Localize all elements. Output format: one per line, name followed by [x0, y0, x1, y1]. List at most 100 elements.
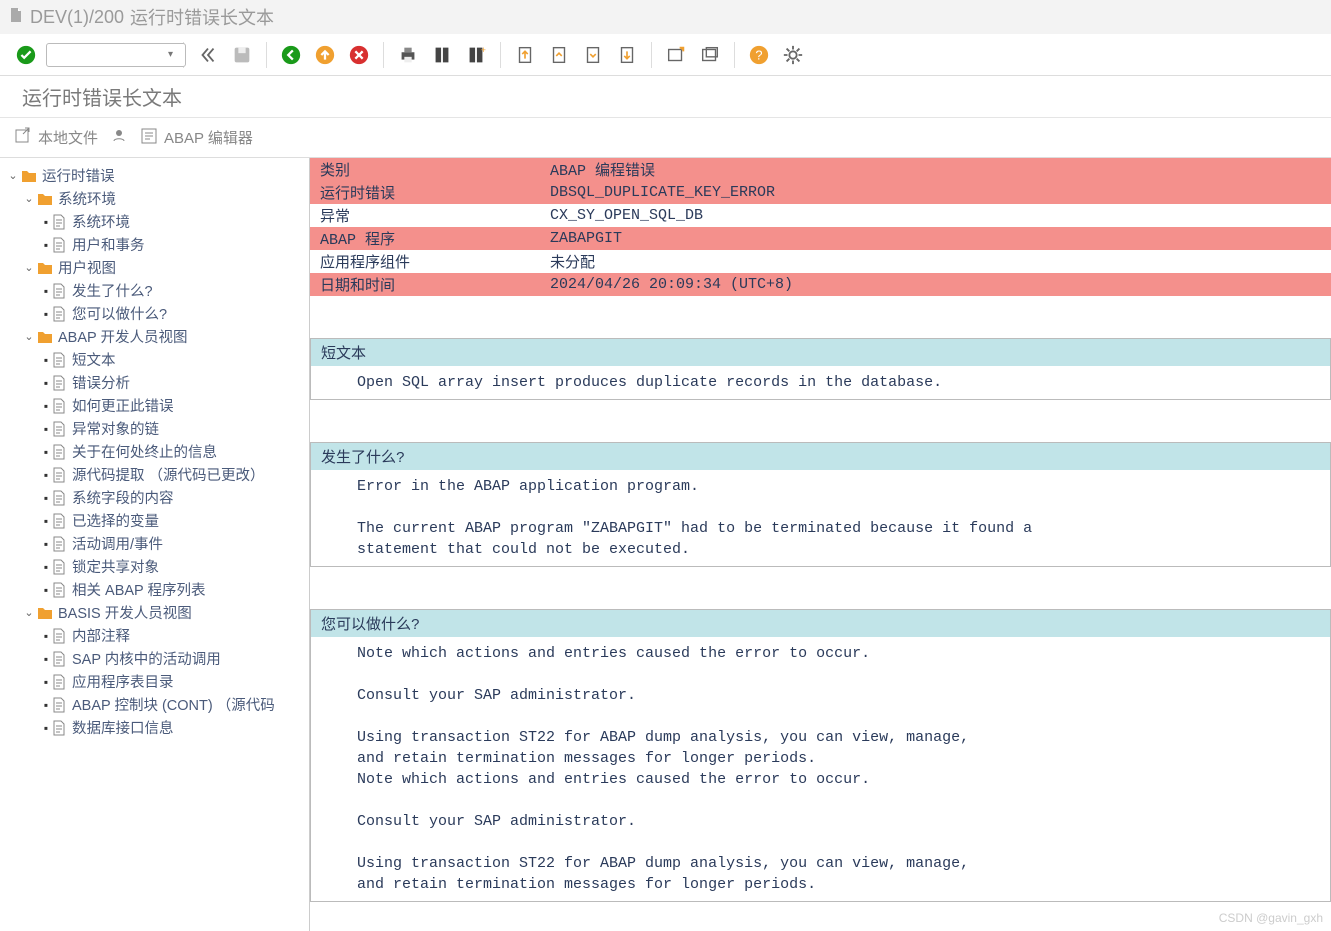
expand-toggle-icon[interactable]: ⌄: [22, 261, 36, 274]
bullet-icon: ▪: [42, 491, 50, 505]
exit-icon[interactable]: [311, 41, 339, 69]
tree-item[interactable]: ▪ 您可以做什么?: [2, 302, 307, 325]
document-icon: [50, 306, 68, 322]
tree-item[interactable]: ▪短文本: [2, 348, 307, 371]
section-header: 短文本: [311, 339, 1330, 366]
tree-item-label: 数据库接口信息: [72, 717, 174, 738]
document-icon: [50, 720, 68, 736]
shortcut-icon[interactable]: [696, 41, 724, 69]
abap-editor-action[interactable]: ABAP 编辑器: [140, 127, 253, 149]
tree-item-label: 短文本: [72, 349, 116, 370]
bullet-icon: ▪: [42, 468, 50, 482]
window-title: 运行时错误长文本: [130, 4, 274, 30]
bullet-icon: ▪: [42, 215, 50, 229]
page-down-icon[interactable]: [579, 41, 607, 69]
document-icon: [50, 513, 68, 529]
toolbar-separator: [266, 42, 267, 68]
document-icon: [50, 536, 68, 552]
tree-item[interactable]: ▪数据库接口信息: [2, 716, 307, 739]
tree-item[interactable]: ▪活动调用/事件: [2, 532, 307, 555]
tree-item[interactable]: ▪SAP 内核中的活动调用: [2, 647, 307, 670]
info-row: 类别ABAP 编程错误: [310, 158, 1331, 181]
tree-item[interactable]: ▪应用程序表目录: [2, 670, 307, 693]
folder-icon: [36, 329, 54, 345]
breakpoint-icon: [110, 127, 128, 149]
main-toolbar: + ?: [0, 34, 1331, 76]
back-icon[interactable]: [277, 41, 305, 69]
tree-item[interactable]: ⌄系统环境: [2, 187, 307, 210]
tree-item[interactable]: ▪相关 ABAP 程序列表: [2, 578, 307, 601]
bullet-icon: ▪: [42, 583, 50, 597]
page-title: 运行时错误长文本: [0, 76, 1331, 118]
document-icon: [50, 283, 68, 299]
bullet-icon: ▪: [42, 238, 50, 252]
tree-item[interactable]: ⌄ ABAP 开发人员视图: [2, 325, 307, 348]
tree-item[interactable]: ▪ 源代码提取 （源代码已更改）: [2, 463, 307, 486]
find-icon[interactable]: [428, 41, 456, 69]
local-file-label: 本地文件: [38, 127, 98, 148]
tree-item[interactable]: ▪系统字段的内容: [2, 486, 307, 509]
first-page-icon[interactable]: [194, 41, 222, 69]
tree-item[interactable]: ▪ABAP 控制块 (CONT) （源代码: [2, 693, 307, 716]
document-icon: [50, 559, 68, 575]
tree-item[interactable]: ⌄ 运行时错误: [2, 164, 307, 187]
new-session-icon[interactable]: [662, 41, 690, 69]
toolbar-separator: [500, 42, 501, 68]
tree-item[interactable]: ⌄ BASIS 开发人员视图: [2, 601, 307, 624]
tree-item[interactable]: ▪如何更正此错误: [2, 394, 307, 417]
debug-action[interactable]: [110, 127, 128, 149]
help-icon[interactable]: ?: [745, 41, 773, 69]
bullet-icon: ▪: [42, 307, 50, 321]
local-file-action[interactable]: 本地文件: [14, 127, 98, 149]
document-icon: [50, 444, 68, 460]
page-first-icon[interactable]: [511, 41, 539, 69]
tree-item-label: 如何更正此错误: [72, 395, 174, 416]
tree-item-label: ABAP 开发人员视图: [58, 326, 187, 347]
section-body: Open SQL array insert produces duplicate…: [311, 366, 1330, 399]
find-next-icon[interactable]: +: [462, 41, 490, 69]
tree-item[interactable]: ▪错误分析: [2, 371, 307, 394]
document-icon: [50, 490, 68, 506]
tree-item-label: 系统环境: [72, 211, 130, 232]
bullet-icon: ▪: [42, 422, 50, 436]
tree-item-label: ABAP 控制块 (CONT) （源代码: [72, 694, 275, 715]
tree-item[interactable]: ▪内部注释: [2, 624, 307, 647]
info-row: 日期和时间2024/04/26 20:09:34 (UTC+8): [310, 273, 1331, 296]
tree-item[interactable]: ▪异常对象的链: [2, 417, 307, 440]
tree-item-label: 源代码提取 （源代码已更改）: [72, 464, 265, 485]
save-icon[interactable]: [228, 41, 256, 69]
window-titlebar: DEV(1)/200 运行时错误长文本: [0, 0, 1331, 34]
info-value: 2024/04/26 20:09:34 (UTC+8): [540, 273, 1331, 296]
tree-item[interactable]: ▪发生了什么?: [2, 279, 307, 302]
document-icon: [50, 421, 68, 437]
bullet-icon: ▪: [42, 560, 50, 574]
tree-item[interactable]: ▪关于在何处终止的信息: [2, 440, 307, 463]
info-row: ABAP 程序ZABAPGIT: [310, 227, 1331, 250]
command-field[interactable]: [46, 43, 186, 67]
page-up-icon[interactable]: [545, 41, 573, 69]
cancel-icon[interactable]: [345, 41, 373, 69]
bullet-icon: ▪: [42, 652, 50, 666]
system-id: DEV(1)/200: [30, 7, 124, 28]
tree-item-label: 已选择的变量: [72, 510, 159, 531]
info-value: DBSQL_DUPLICATE_KEY_ERROR: [540, 181, 1331, 204]
print-icon[interactable]: [394, 41, 422, 69]
document-icon: [50, 467, 68, 483]
expand-toggle-icon[interactable]: ⌄: [22, 606, 36, 619]
expand-toggle-icon[interactable]: ⌄: [22, 192, 36, 205]
tree-item[interactable]: ▪ 系统环境: [2, 210, 307, 233]
expand-toggle-icon[interactable]: ⌄: [22, 330, 36, 343]
settings-icon[interactable]: [779, 41, 807, 69]
info-key: 类别: [310, 158, 540, 181]
tree-item-label: BASIS 开发人员视图: [58, 602, 192, 623]
tree-item[interactable]: ▪锁定共享对象: [2, 555, 307, 578]
tree-item-label: 您可以做什么?: [72, 303, 167, 324]
info-row: 运行时错误DBSQL_DUPLICATE_KEY_ERROR: [310, 181, 1331, 204]
tree-item[interactable]: ⌄用户视图: [2, 256, 307, 279]
tree-item-label: 运行时错误: [42, 165, 115, 186]
page-last-icon[interactable]: [613, 41, 641, 69]
accept-icon[interactable]: [12, 41, 40, 69]
expand-toggle-icon[interactable]: ⌄: [6, 169, 20, 182]
tree-item[interactable]: ▪用户和事务: [2, 233, 307, 256]
tree-item[interactable]: ▪已选择的变量: [2, 509, 307, 532]
